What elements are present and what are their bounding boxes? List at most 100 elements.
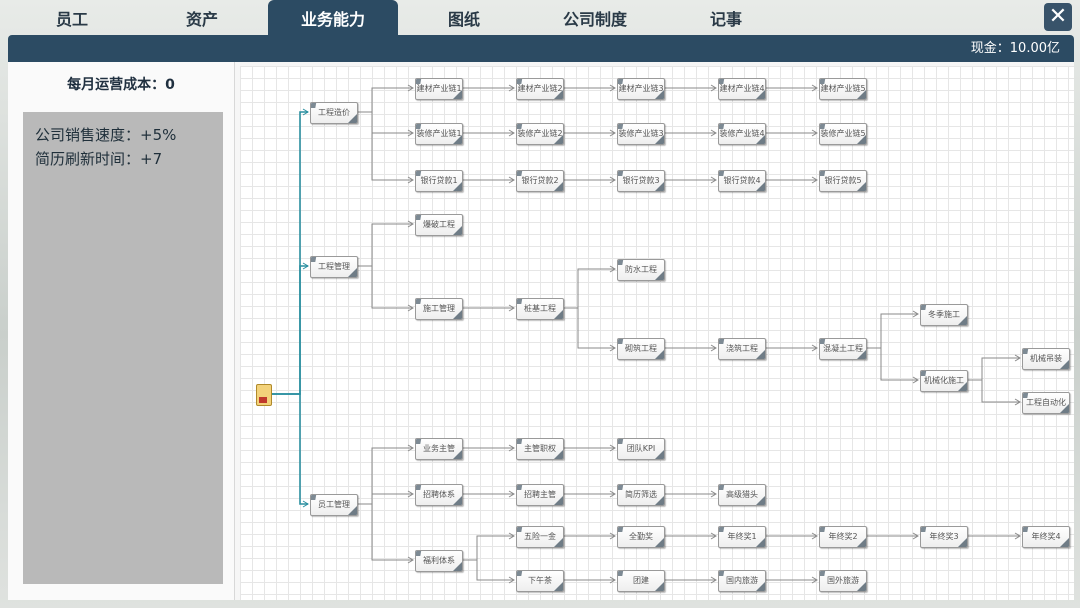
- skill-node-a2[interactable]: 建材产业链2: [516, 78, 564, 100]
- skill-node-d10[interactable]: 机械吊装: [1022, 348, 1070, 370]
- corner-fold-icon: [348, 268, 357, 277]
- skill-node-e14[interactable]: 年终奖4: [1022, 526, 1070, 548]
- skill-node-b2[interactable]: 装修产业链2: [516, 123, 564, 145]
- skill-node-a4[interactable]: 建材产业链4: [718, 78, 766, 100]
- corner-fold-icon: [756, 135, 765, 144]
- skill-node-c3[interactable]: 银行贷款3: [617, 170, 665, 192]
- tab-blueprints[interactable]: 图纸: [422, 0, 506, 40]
- skill-node-d4[interactable]: 防水工程: [617, 259, 665, 281]
- skill-node-e6[interactable]: 简历筛选: [617, 484, 665, 506]
- corner-fold-icon: [453, 182, 462, 191]
- corner-fold-icon: [453, 226, 462, 235]
- corner-fold-icon: [1060, 538, 1069, 547]
- skill-node-d7[interactable]: 混凝土工程: [819, 338, 867, 360]
- skill-node-d8[interactable]: 冬季施工: [920, 304, 968, 326]
- corner-fold-icon: [756, 350, 765, 359]
- skill-node-a3[interactable]: 建材产业链3: [617, 78, 665, 100]
- corner-fold-icon: [857, 582, 866, 591]
- skill-node-c2[interactable]: 银行贷款2: [516, 170, 564, 192]
- skill-node-b1[interactable]: 装修产业链1: [415, 123, 463, 145]
- skill-node-e7[interactable]: 高级猎头: [718, 484, 766, 506]
- corner-fold-icon: [857, 350, 866, 359]
- skill-node-e13[interactable]: 年终奖3: [920, 526, 968, 548]
- skill-node-d1[interactable]: 爆破工程: [415, 214, 463, 236]
- monthly-cost: 每月运营成本：0: [67, 77, 175, 93]
- corner-fold-icon: [554, 135, 563, 144]
- close-button[interactable]: ✕: [1044, 3, 1072, 31]
- connector-n2-d2: [358, 265, 413, 309]
- connector-root-n3: [272, 393, 308, 505]
- skill-node-n2[interactable]: 工程管理: [310, 256, 358, 278]
- document-icon: [517, 299, 523, 304]
- skill-node-a1[interactable]: 建材产业链1: [415, 78, 463, 100]
- skill-node-e4[interactable]: 招聘体系: [415, 484, 463, 506]
- skill-node-label: 浇筑工程: [726, 344, 758, 353]
- skill-node-c5[interactable]: 银行贷款5: [819, 170, 867, 192]
- skill-node-label: 团建: [633, 576, 649, 585]
- skill-node-e9[interactable]: 五险一金: [516, 526, 564, 548]
- skill-node-a5[interactable]: 建材产业链5: [819, 78, 867, 100]
- skill-node-label: 下午茶: [528, 576, 552, 585]
- skill-tree[interactable]: 工程造价工程管理员工管理 建材产业链1 建材产业链2 建材产业链3 建材产业链4 建材产业…: [240, 66, 1074, 600]
- tab-business-ability[interactable]: 业务能力: [268, 0, 398, 40]
- corner-fold-icon: [958, 382, 967, 391]
- skill-node-b4[interactable]: 装修产业链4: [718, 123, 766, 145]
- skill-node-e18[interactable]: 国外旅游: [819, 570, 867, 592]
- corner-fold-icon: [453, 450, 462, 459]
- corner-fold-icon: [554, 90, 563, 99]
- skill-node-c4[interactable]: 银行贷款4: [718, 170, 766, 192]
- tab-company-policy[interactable]: 公司制度: [548, 0, 642, 40]
- tab-employees[interactable]: 员工: [30, 0, 114, 40]
- tab-assets[interactable]: 资产: [160, 0, 244, 40]
- skill-node-e10[interactable]: 全勤奖: [617, 526, 665, 548]
- skill-node-e16[interactable]: 团建: [617, 570, 665, 592]
- skill-node-e3[interactable]: 团队KPI: [617, 438, 665, 460]
- corner-fold-icon: [958, 316, 967, 325]
- corner-fold-icon: [453, 562, 462, 571]
- connector-n1-b1: [358, 111, 413, 134]
- skill-node-label: 施工管理: [423, 304, 455, 313]
- skill-node-d9[interactable]: 机械化施工: [920, 370, 968, 392]
- skill-node-d2[interactable]: 施工管理: [415, 298, 463, 320]
- connector-n3-e1: [358, 447, 413, 505]
- skill-node-e2[interactable]: 主管职权: [516, 438, 564, 460]
- skill-node-e17[interactable]: 国内旅游: [718, 570, 766, 592]
- document-icon: [416, 551, 422, 556]
- document-icon: [517, 485, 523, 490]
- document-icon: [921, 527, 927, 532]
- skill-node-label: 国内旅游: [726, 576, 758, 585]
- corner-fold-icon: [453, 496, 462, 505]
- skill-node-c1[interactable]: 银行贷款1: [415, 170, 463, 192]
- tab-notes[interactable]: 记事: [684, 0, 768, 40]
- skill-node-n1[interactable]: 工程造价: [310, 102, 358, 124]
- document-icon: [517, 439, 523, 444]
- skill-node-e5[interactable]: 招聘主管: [516, 484, 564, 506]
- root-node[interactable]: [256, 384, 272, 406]
- skill-node-n3[interactable]: 员工管理: [310, 494, 358, 516]
- skill-node-label: 银行贷款1: [420, 176, 458, 185]
- header-bar: 现金：10.00亿: [8, 35, 1074, 62]
- connector-e8-e15: [463, 559, 514, 581]
- cash-display: 现金：10.00亿: [970, 41, 1060, 56]
- skill-node-label: 年终奖1: [727, 532, 757, 541]
- document-icon: [311, 103, 317, 108]
- skill-node-e8[interactable]: 福利体系: [415, 550, 463, 572]
- document-icon: [1023, 349, 1029, 354]
- skill-node-d6[interactable]: 浇筑工程: [718, 338, 766, 360]
- skill-node-b3[interactable]: 装修产业链3: [617, 123, 665, 145]
- skill-node-e11[interactable]: 年终奖1: [718, 526, 766, 548]
- skill-node-b5[interactable]: 装修产业链5: [819, 123, 867, 145]
- skill-node-d3[interactable]: 桩基工程: [516, 298, 564, 320]
- corner-fold-icon: [655, 350, 664, 359]
- connector-d7-d8: [867, 313, 918, 349]
- skill-node-d5[interactable]: 砌筑工程: [617, 338, 665, 360]
- connector-root-n1: [272, 111, 308, 395]
- connector-d9-d10: [968, 357, 1020, 381]
- skill-node-d11[interactable]: 工程自动化: [1022, 392, 1070, 414]
- corner-fold-icon: [655, 182, 664, 191]
- skill-node-e1[interactable]: 业务主管: [415, 438, 463, 460]
- skill-node-e15[interactable]: 下午茶: [516, 570, 564, 592]
- skill-node-e12[interactable]: 年终奖2: [819, 526, 867, 548]
- effect-resume-refresh: 简历刷新时间：+7: [35, 150, 163, 168]
- skill-node-label: 砌筑工程: [625, 344, 657, 353]
